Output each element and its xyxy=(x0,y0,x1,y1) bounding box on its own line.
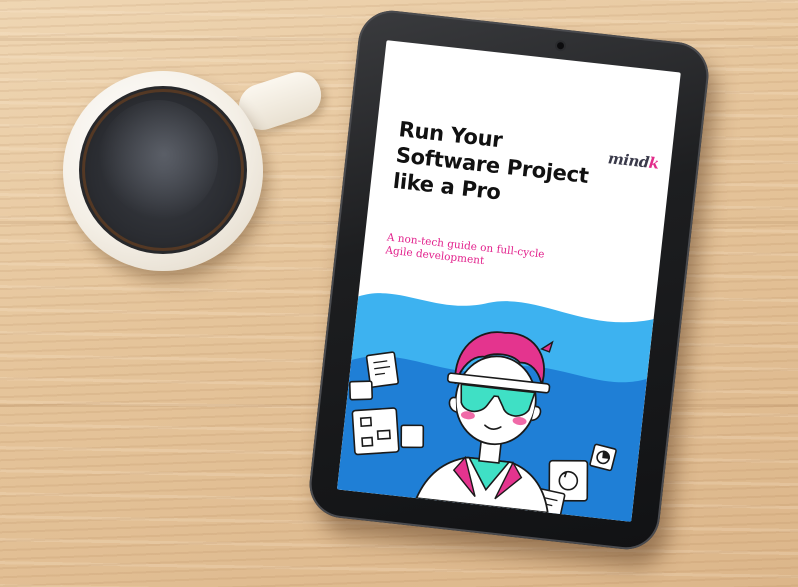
ebook-subtitle: A non-tech guide on full-cycle Agile dev… xyxy=(385,231,587,279)
flowchart-document-icon xyxy=(351,407,400,456)
ebook-title: Run Your Software Project like a Pro xyxy=(392,116,669,223)
note-icon xyxy=(348,380,373,401)
cover-illustration xyxy=(336,293,654,522)
camera-icon xyxy=(556,41,565,50)
tablet-device: mindk Run Your Software Project like a P… xyxy=(306,7,712,553)
tablet-screen[interactable]: mindk Run Your Software Project like a P… xyxy=(336,40,681,522)
chart-icon xyxy=(589,443,617,472)
coffee-reflection xyxy=(98,100,218,220)
card-icon xyxy=(400,424,425,449)
desk-scene: mindk Run Your Software Project like a P… xyxy=(0,0,798,587)
